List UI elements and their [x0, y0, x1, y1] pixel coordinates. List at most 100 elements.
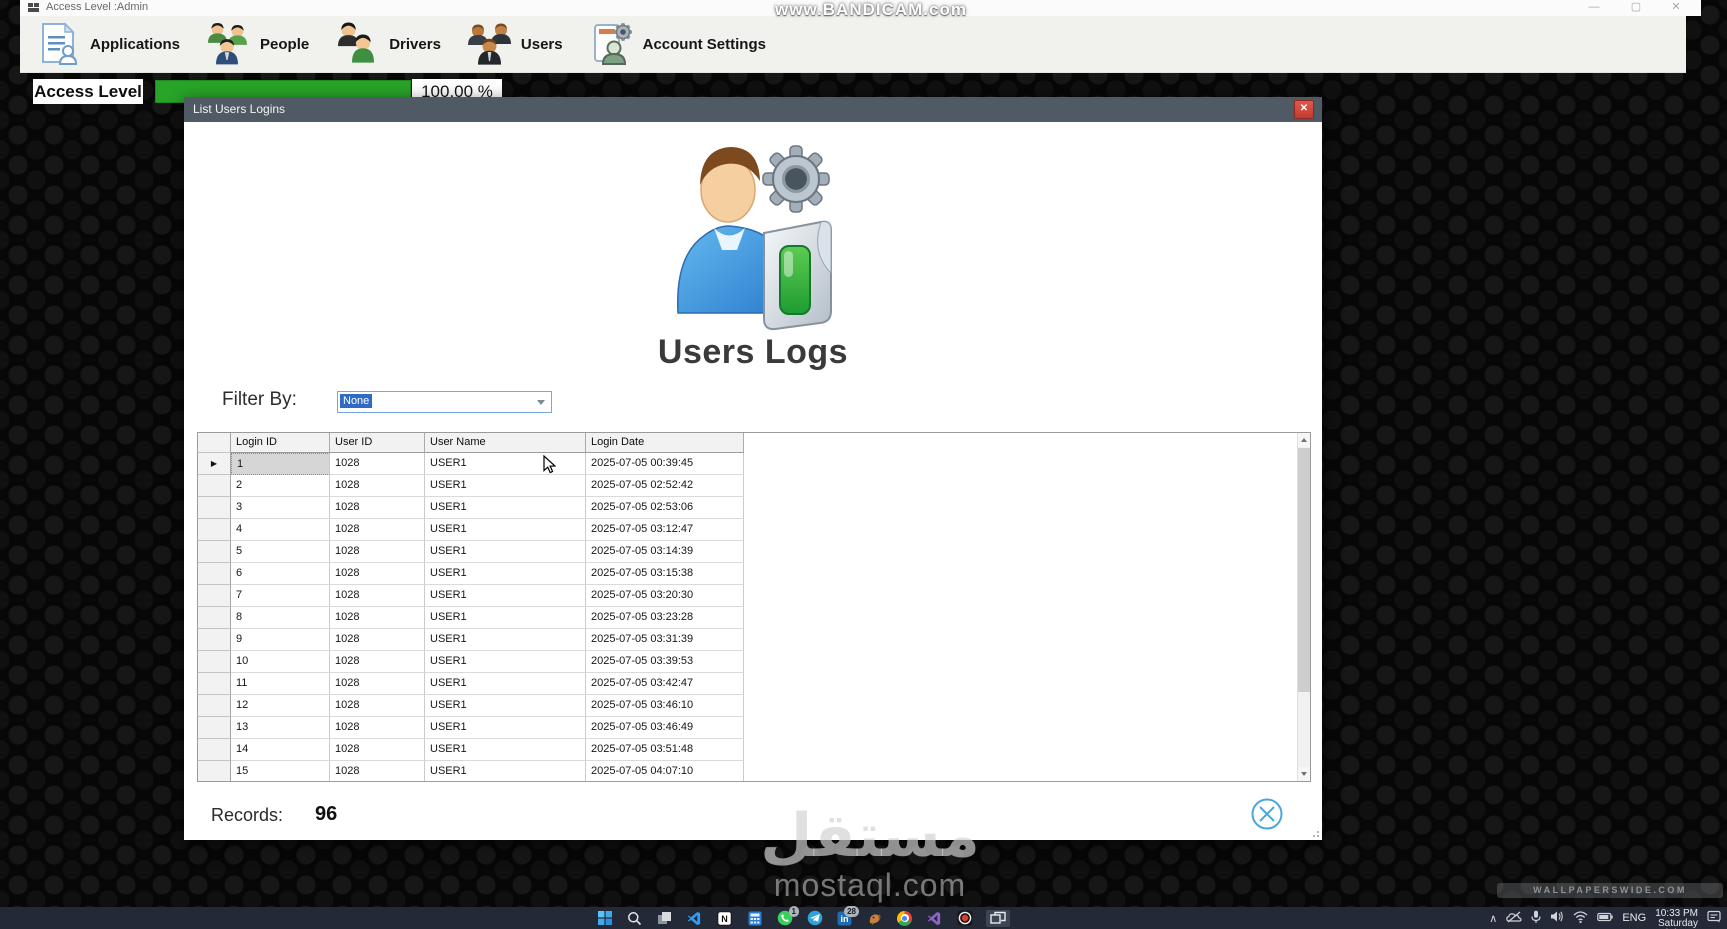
- cell[interactable]: 2025-07-05 03:14:39: [586, 541, 744, 563]
- cell[interactable]: 2: [231, 475, 330, 497]
- cell[interactable]: USER1: [425, 475, 586, 497]
- row-header-stub[interactable]: [198, 541, 231, 563]
- cell[interactable]: USER1: [425, 695, 586, 717]
- microphone-icon[interactable]: [1531, 910, 1541, 927]
- cell[interactable]: 2025-07-05 03:39:53: [586, 651, 744, 673]
- cell[interactable]: USER1: [425, 629, 586, 651]
- scroll-down-button[interactable]: [1298, 767, 1310, 781]
- maximize-button[interactable]: ▢: [1621, 0, 1651, 15]
- window-close-button[interactable]: ✕: [1661, 0, 1691, 15]
- taskbar-icon-bandicam[interactable]: [956, 910, 973, 927]
- cell[interactable]: 2025-07-05 03:42:47: [586, 673, 744, 695]
- row-header-stub[interactable]: [198, 629, 231, 651]
- cell[interactable]: 2025-07-05 03:46:10: [586, 695, 744, 717]
- table-row[interactable]: 8 1028 USER1 2025-07-05 03:23:28: [198, 607, 1310, 629]
- table-row[interactable]: 13 1028 USER1 2025-07-05 03:46:49: [198, 717, 1310, 739]
- cell[interactable]: 1: [231, 453, 330, 475]
- grid-vertical-scrollbar[interactable]: [1297, 433, 1310, 781]
- taskbar-icon-squirrel[interactable]: [866, 910, 883, 927]
- cell[interactable]: USER1: [425, 519, 586, 541]
- cell[interactable]: USER1: [425, 607, 586, 629]
- row-header-stub[interactable]: [198, 497, 231, 519]
- toolbar-item-drivers[interactable]: Drivers: [335, 21, 441, 67]
- cell[interactable]: 2025-07-05 03:12:47: [586, 519, 744, 541]
- cell[interactable]: 2025-07-05 04:07:10: [586, 761, 744, 781]
- dialog-titlebar[interactable]: List Users Logins ✕: [184, 97, 1322, 122]
- taskbar-clock[interactable]: 10:33 PM Saturday 7/5/2025: [1655, 907, 1698, 929]
- cell[interactable]: USER1: [425, 563, 586, 585]
- taskbar-icon-windows-stack[interactable]: [656, 910, 673, 927]
- cell[interactable]: 1028: [330, 651, 425, 673]
- cell[interactable]: USER1: [425, 497, 586, 519]
- cell[interactable]: 1028: [330, 585, 425, 607]
- cell[interactable]: 13: [231, 717, 330, 739]
- taskbar-icon-vscode[interactable]: [686, 910, 703, 927]
- cell[interactable]: 5: [231, 541, 330, 563]
- cell[interactable]: 2025-07-05 03:23:28: [586, 607, 744, 629]
- column-header[interactable]: User Name: [425, 433, 586, 453]
- cell[interactable]: 15: [231, 761, 330, 781]
- table-row[interactable]: 9 1028 USER1 2025-07-05 03:31:39: [198, 629, 1310, 651]
- exit-circle-button[interactable]: [1250, 797, 1284, 831]
- toolbar-item-applications[interactable]: Applications: [36, 21, 180, 67]
- volume-icon[interactable]: [1550, 910, 1564, 926]
- cell[interactable]: USER1: [425, 739, 586, 761]
- cell[interactable]: 9: [231, 629, 330, 651]
- dialog-resize-grip[interactable]: [1309, 827, 1319, 837]
- cell[interactable]: 1028: [330, 475, 425, 497]
- cell[interactable]: 1028: [330, 607, 425, 629]
- row-header-stub[interactable]: [198, 651, 231, 673]
- cell[interactable]: 12: [231, 695, 330, 717]
- wifi-icon[interactable]: [1573, 910, 1588, 926]
- language-indicator[interactable]: ENG: [1622, 912, 1646, 924]
- taskbar-icon-start[interactable]: [596, 910, 613, 927]
- scroll-up-button[interactable]: [1298, 433, 1310, 447]
- cell[interactable]: USER1: [425, 651, 586, 673]
- cell[interactable]: 1028: [330, 673, 425, 695]
- row-header-stub[interactable]: [198, 673, 231, 695]
- row-header-stub[interactable]: [198, 585, 231, 607]
- minimize-button[interactable]: —: [1579, 0, 1609, 15]
- cell[interactable]: 1028: [330, 453, 425, 475]
- taskbar-icon-whatsapp[interactable]: 1: [776, 905, 799, 927]
- cell[interactable]: USER1: [425, 585, 586, 607]
- cell[interactable]: 1028: [330, 739, 425, 761]
- taskbar-icon-telegram[interactable]: [806, 910, 823, 927]
- cell[interactable]: USER1: [425, 453, 586, 475]
- taskbar-icon-linkedin[interactable]: in 28: [836, 905, 859, 927]
- row-header-stub[interactable]: [198, 695, 231, 717]
- dialog-close-button[interactable]: ✕: [1294, 100, 1314, 119]
- row-header-stub[interactable]: [198, 607, 231, 629]
- toolbar-item-users[interactable]: Users: [467, 21, 563, 67]
- column-header[interactable]: User ID: [330, 433, 425, 453]
- table-row[interactable]: 3 1028 USER1 2025-07-05 02:53:06: [198, 497, 1310, 519]
- cell[interactable]: 11: [231, 673, 330, 695]
- taskbar-icon-notion[interactable]: N: [716, 910, 733, 927]
- cell[interactable]: 1028: [330, 563, 425, 585]
- taskbar-icon-visual-studio[interactable]: [926, 910, 943, 927]
- row-header-stub[interactable]: [198, 761, 231, 781]
- cell[interactable]: 1028: [330, 497, 425, 519]
- cell[interactable]: 2025-07-05 03:51:48: [586, 739, 744, 761]
- table-row[interactable]: 2 1028 USER1 2025-07-05 02:52:42: [198, 475, 1310, 497]
- cell[interactable]: 4: [231, 519, 330, 541]
- scrollbar-thumb[interactable]: [1298, 448, 1310, 692]
- cell[interactable]: 1028: [330, 541, 425, 563]
- cell[interactable]: USER1: [425, 717, 586, 739]
- cell[interactable]: 2025-07-05 02:53:06: [586, 497, 744, 519]
- cell[interactable]: 14: [231, 739, 330, 761]
- table-row[interactable]: 11 1028 USER1 2025-07-05 03:42:47: [198, 673, 1310, 695]
- cell[interactable]: 3: [231, 497, 330, 519]
- cell[interactable]: 1028: [330, 761, 425, 781]
- cell[interactable]: USER1: [425, 673, 586, 695]
- table-row[interactable]: 4 1028 USER1 2025-07-05 03:12:47: [198, 519, 1310, 541]
- row-header-stub[interactable]: [198, 717, 231, 739]
- onedrive-paused-icon[interactable]: [1506, 911, 1522, 926]
- taskbar-icon-search[interactable]: [626, 910, 643, 927]
- taskbar-icon-calculator[interactable]: [746, 910, 763, 927]
- cell[interactable]: 2025-07-05 02:52:42: [586, 475, 744, 497]
- table-row[interactable]: ▶ 1 1028 USER1 2025-07-05 00:39:45: [198, 453, 1310, 475]
- cell[interactable]: 6: [231, 563, 330, 585]
- table-row[interactable]: 5 1028 USER1 2025-07-05 03:14:39: [198, 541, 1310, 563]
- row-header-stub[interactable]: [198, 519, 231, 541]
